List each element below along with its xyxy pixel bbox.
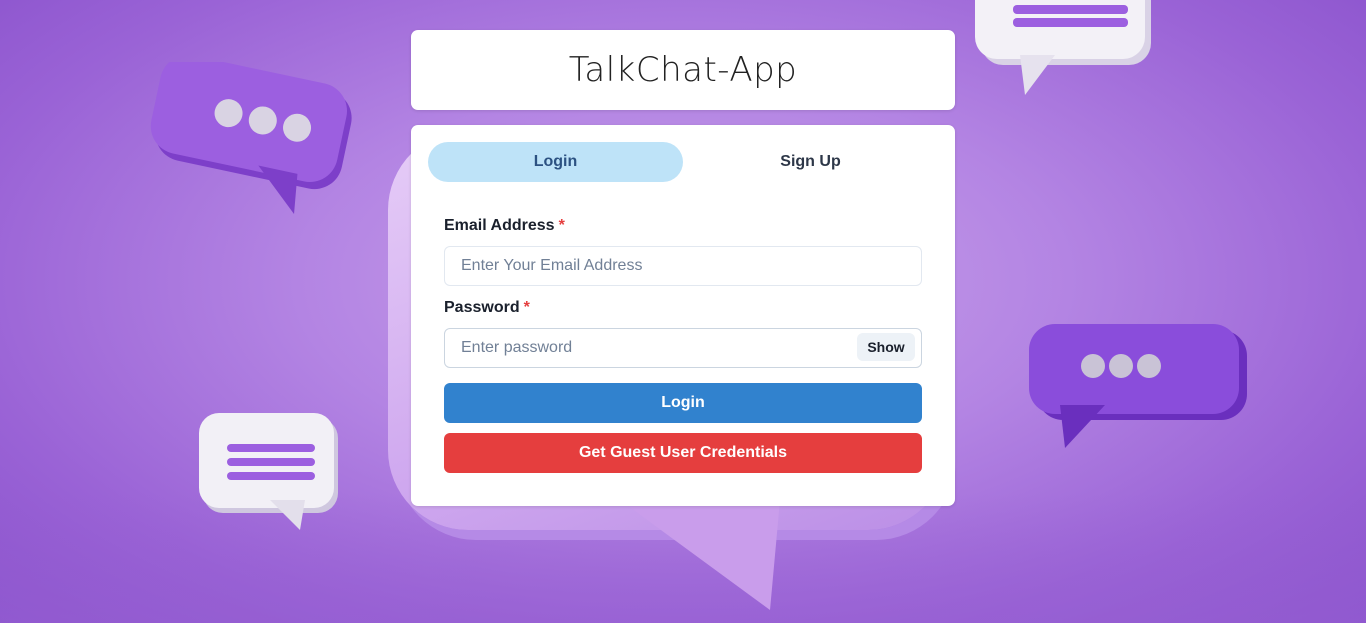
- tab-login[interactable]: Login: [428, 142, 683, 182]
- login-button[interactable]: Login: [444, 383, 922, 423]
- guest-credentials-button[interactable]: Get Guest User Credentials: [444, 433, 922, 473]
- password-label-text: Password: [444, 299, 520, 316]
- chat-bubble-lines-icon: [975, 0, 1151, 95]
- show-password-button[interactable]: Show: [857, 333, 915, 361]
- password-input[interactable]: [444, 328, 922, 368]
- tab-sign-up[interactable]: Sign Up: [683, 142, 938, 182]
- email-label: Email Address *: [444, 217, 565, 235]
- app-header-card: TalkChat-App: [411, 30, 955, 110]
- chat-bubble-dots-icon: [150, 62, 352, 214]
- auth-tabs: Login Sign Up: [428, 142, 938, 182]
- email-input[interactable]: [444, 246, 922, 286]
- chat-bubble-dots-icon: [1029, 324, 1247, 448]
- auth-form-card: Login Sign Up Email Address* Password* S…: [411, 125, 955, 506]
- app-title: TalkChat-App: [568, 50, 798, 90]
- password-required-mark: *: [523, 299, 530, 316]
- large-chat-bubble-tail: [620, 500, 780, 610]
- email-label-text: Email Address: [444, 217, 555, 234]
- chat-bubble-lines-icon: [199, 413, 338, 530]
- email-required-mark: *: [558, 217, 565, 234]
- password-label: Password *: [444, 299, 530, 317]
